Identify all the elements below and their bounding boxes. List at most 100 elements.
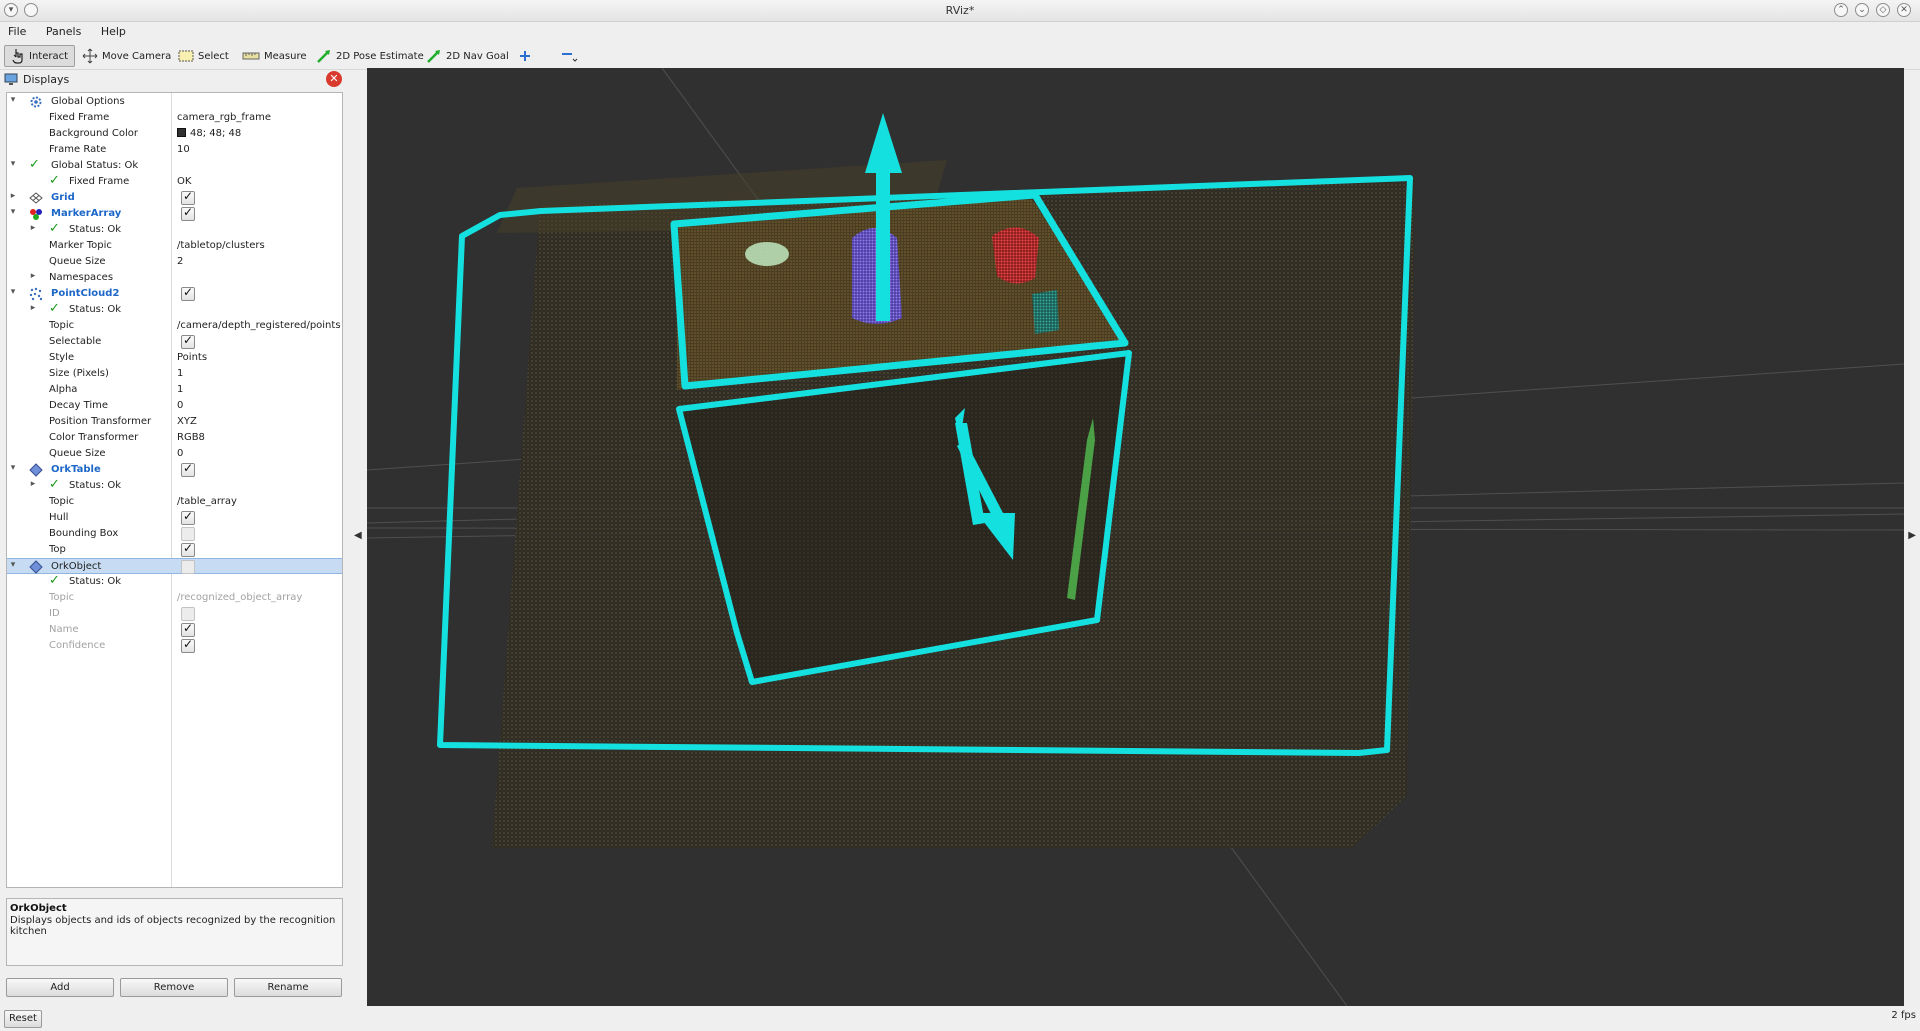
tree-row-fixed-frame[interactable]: Fixed Frame camera_rgb_frame <box>7 110 342 126</box>
tree-row-marker-topic[interactable]: Marker Topic /tabletop/clusters <box>7 238 342 254</box>
tree-row-ot-bounding-box[interactable]: Bounding Box <box>7 526 342 542</box>
render-viewport[interactable] <box>367 68 1904 1006</box>
ot-top-checkbox[interactable]: ✓ <box>181 541 195 557</box>
tree-row-oo-topic[interactable]: Topic /recognized_object_array <box>7 590 342 606</box>
pose-estimate-tool-button[interactable]: 2D Pose Estimate <box>310 45 430 67</box>
reset-button[interactable]: Reset <box>4 1010 42 1028</box>
point-cloud-enabled-checkbox[interactable]: ✓ <box>181 285 195 301</box>
select-tool-button[interactable]: Select <box>172 45 235 67</box>
pc-selectable-checkbox[interactable]: ✓ <box>181 333 195 349</box>
tree-row-pc-queue-size[interactable]: Queue Size 0 <box>7 446 342 462</box>
checkmark-icon: ✓ <box>183 205 194 219</box>
collapse-icon[interactable]: ▾ <box>8 95 18 105</box>
pc-color-transformer-value[interactable]: RGB8 <box>177 432 205 443</box>
marker-queue-size-value[interactable]: 2 <box>177 256 183 267</box>
tree-row-marker-queue-size[interactable]: Queue Size 2 <box>7 254 342 270</box>
tree-row-ot-hull[interactable]: Hull ✓ <box>7 509 342 526</box>
tree-row-oo-name[interactable]: Name ✓ <box>7 621 342 638</box>
interact-tool-button[interactable]: Interact <box>4 45 76 67</box>
pc-topic-value[interactable]: /camera/depth_registered/points <box>177 320 341 331</box>
tree-row-pc-selectable[interactable]: Selectable ✓ <box>7 333 342 350</box>
remove-display-button[interactable]: Remove <box>120 978 228 997</box>
tree-row-ork-object-status[interactable]: ✓ Status: Ok <box>7 574 342 590</box>
oo-confidence-checkbox[interactable]: ✓ <box>181 637 195 653</box>
fixed-frame-value[interactable]: camera_rgb_frame <box>177 112 271 123</box>
oo-name-checkbox[interactable]: ✓ <box>181 621 195 637</box>
tree-row-ork-table[interactable]: ▾ OrkTable ✓ <box>7 461 342 478</box>
tree-row-frame-rate[interactable]: Frame Rate 10 <box>7 142 342 158</box>
tree-row-grid[interactable]: ▸ Grid ✓ <box>7 189 342 206</box>
tree-row-pc-size[interactable]: Size (Pixels) 1 <box>7 366 342 382</box>
collapse-icon[interactable]: ▾ <box>8 159 18 169</box>
menu-help[interactable]: Help <box>93 22 134 38</box>
frame-rate-value[interactable]: 10 <box>177 144 190 155</box>
tree-row-point-cloud[interactable]: ▾ PointCloud2 ✓ <box>7 285 342 302</box>
tree-row-marker-array[interactable]: ▾ MarkerArray ✓ <box>7 205 342 222</box>
collapse-icon[interactable]: ▾ <box>8 560 18 570</box>
close-panel-icon[interactable]: ✕ <box>326 71 342 87</box>
pc-alpha-value[interactable]: 1 <box>177 384 183 395</box>
ork-object-enabled-checkbox[interactable] <box>181 560 195 574</box>
collapse-left-icon[interactable]: ◀ <box>354 530 362 541</box>
expand-icon[interactable]: ▸ <box>28 223 38 233</box>
tree-row-global-status[interactable]: ▾ ✓ Global Status: Ok <box>7 158 342 174</box>
remove-tool-button[interactable] <box>554 45 586 67</box>
move-camera-tool-button[interactable]: Move Camera <box>76 45 177 67</box>
tree-row-oo-id[interactable]: ID <box>7 606 342 622</box>
menu-file[interactable]: File <box>0 22 34 38</box>
add-display-button[interactable]: Add <box>6 978 114 997</box>
keep-above-icon[interactable]: ⌃ <box>1834 3 1848 17</box>
pc-position-transformer-value[interactable]: XYZ <box>177 416 197 427</box>
tree-row-pc-position-transformer[interactable]: Position Transformer XYZ <box>7 414 342 430</box>
tree-row-oo-confidence[interactable]: Confidence ✓ <box>7 637 342 654</box>
marker-topic-value[interactable]: /tabletop/clusters <box>177 240 265 251</box>
nav-goal-tool-button[interactable]: 2D Nav Goal <box>420 45 515 67</box>
expand-icon[interactable]: ▸ <box>28 271 38 281</box>
tree-row-pc-decay[interactable]: Decay Time 0 <box>7 398 342 414</box>
tree-row-pc-color-transformer[interactable]: Color Transformer RGB8 <box>7 430 342 446</box>
minimize-icon[interactable]: ⌄ <box>1855 3 1869 17</box>
ot-bounding-box-checkbox[interactable] <box>181 527 195 541</box>
pc-topic-label: Topic <box>49 320 75 331</box>
ot-topic-value[interactable]: /table_array <box>177 496 237 507</box>
measure-tool-button[interactable]: Measure <box>236 45 313 67</box>
oo-topic-value[interactable]: /recognized_object_array <box>177 592 302 603</box>
tree-row-ork-object[interactable]: ▾ OrkObject <box>7 558 342 574</box>
tree-row-namespaces[interactable]: ▸ Namespaces <box>7 270 342 286</box>
tree-row-global-options[interactable]: ▾ Global Options <box>7 94 342 110</box>
add-tool-button[interactable] <box>512 45 538 67</box>
expand-icon[interactable]: ▸ <box>28 479 38 489</box>
tree-row-global-fixed-frame[interactable]: ✓ Fixed Frame OK <box>7 174 342 190</box>
maximize-icon[interactable]: ◇ <box>1876 3 1890 17</box>
tree-row-point-cloud-status[interactable]: ▸ ✓ Status: Ok <box>7 302 342 318</box>
background-color-value[interactable]: 48; 48; 48 <box>177 128 241 139</box>
grid-enabled-checkbox[interactable]: ✓ <box>181 189 195 205</box>
tree-row-ot-top[interactable]: Top ✓ <box>7 541 342 558</box>
pc-queue-size-value[interactable]: 0 <box>177 448 183 459</box>
marker-array-enabled-checkbox[interactable]: ✓ <box>181 205 195 221</box>
ork-table-enabled-checkbox[interactable]: ✓ <box>181 461 195 477</box>
pc-size-value[interactable]: 1 <box>177 368 183 379</box>
expand-icon[interactable]: ▸ <box>8 191 18 201</box>
tree-row-pc-alpha[interactable]: Alpha 1 <box>7 382 342 398</box>
tree-row-background-color[interactable]: Background Color 48; 48; 48 <box>7 126 342 142</box>
menu-panels[interactable]: Panels <box>38 22 89 38</box>
expand-right-icon[interactable]: ▶ <box>1908 530 1916 541</box>
expand-icon[interactable]: ▸ <box>28 303 38 313</box>
tree-row-pc-style[interactable]: Style Points <box>7 350 342 366</box>
rename-display-button[interactable]: Rename <box>234 978 342 997</box>
close-window-icon[interactable]: ✕ <box>1897 3 1911 17</box>
collapse-icon[interactable]: ▾ <box>8 287 18 297</box>
panel-splitter[interactable]: ◀ <box>350 70 366 1005</box>
tree-row-ork-table-status[interactable]: ▸ ✓ Status: Ok <box>7 478 342 494</box>
collapse-icon[interactable]: ▾ <box>8 463 18 473</box>
tree-row-pc-topic[interactable]: Topic /camera/depth_registered/points <box>7 318 342 334</box>
pc-style-value[interactable]: Points <box>177 352 207 363</box>
ot-hull-checkbox[interactable]: ✓ <box>181 509 195 525</box>
pc-decay-value[interactable]: 0 <box>177 400 183 411</box>
point-cloud-label: PointCloud2 <box>51 288 120 299</box>
tree-row-marker-array-status[interactable]: ▸ ✓ Status: Ok <box>7 222 342 238</box>
tree-row-ot-topic[interactable]: Topic /table_array <box>7 494 342 510</box>
collapse-icon[interactable]: ▾ <box>8 207 18 217</box>
oo-id-checkbox[interactable] <box>181 607 195 621</box>
